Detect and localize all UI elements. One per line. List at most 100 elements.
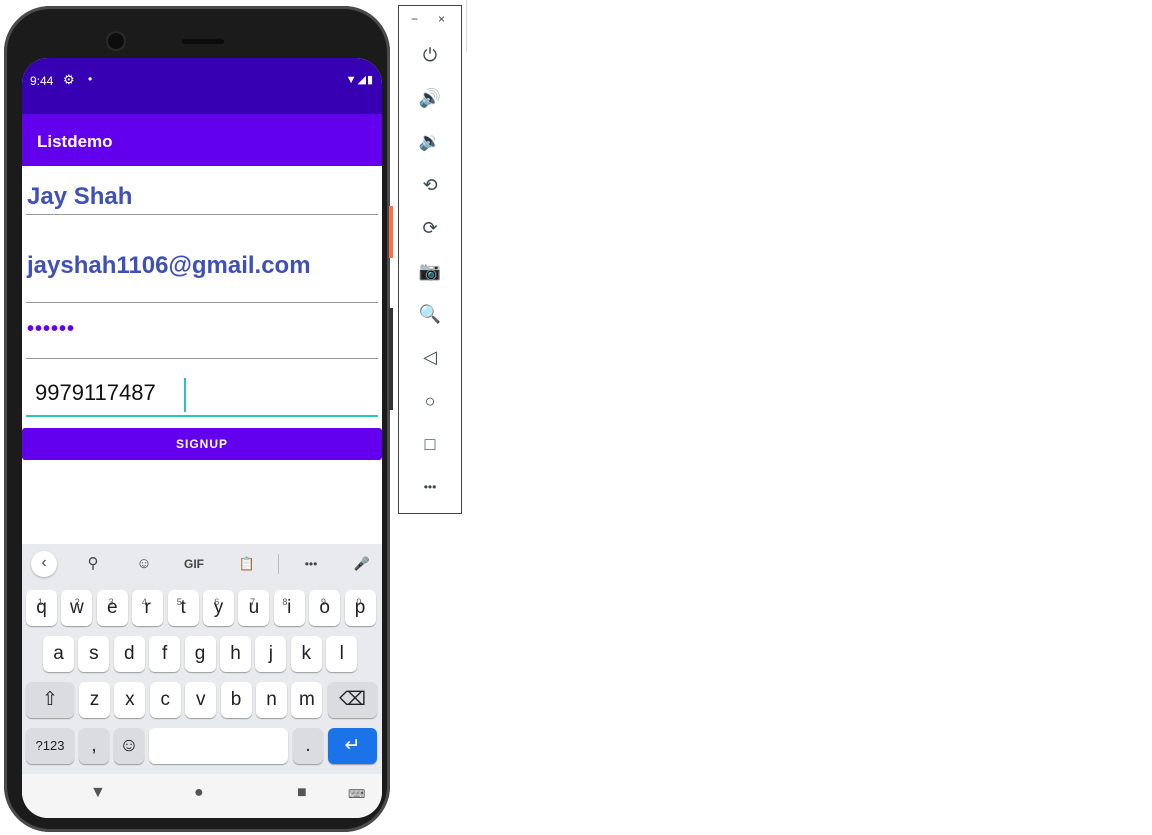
minimize-button[interactable]: − — [411, 12, 418, 26]
key-b[interactable]: b — [220, 682, 252, 718]
volume-down-icon[interactable]: 🔉 — [412, 126, 448, 156]
zoom-icon[interactable]: 🔍 — [412, 299, 448, 329]
key-label: n — [266, 689, 277, 710]
key-label: t5 — [177, 597, 186, 618]
phone-screen: 9:44 ⚙ • ▼◢▮ Listdemo Jay Shah jayshah11… — [22, 58, 382, 818]
key-r[interactable]: r4 — [132, 590, 164, 626]
key-t[interactable]: t5 — [167, 590, 199, 626]
key-label: l — [339, 643, 344, 664]
spacebar-key[interactable] — [149, 728, 288, 764]
key-c[interactable]: c — [149, 682, 181, 718]
key-y[interactable]: y6 — [203, 590, 234, 626]
key-label: s — [89, 643, 99, 664]
key-i[interactable]: i8 — [273, 590, 305, 626]
symbols-key[interactable]: ?123 — [26, 728, 74, 764]
signup-button[interactable]: SIGNUP — [22, 428, 382, 460]
mic-icon[interactable]: 🎤 — [348, 552, 376, 576]
key-q[interactable]: q1 — [26, 590, 57, 626]
key-label: o9 — [319, 597, 330, 618]
key-v[interactable]: v — [185, 682, 217, 718]
key-label: b — [230, 689, 242, 710]
rotate-left-icon[interactable]: ⟲ — [412, 170, 448, 200]
app-bar: Listdemo — [22, 114, 382, 166]
key-u[interactable]: u7 — [238, 590, 270, 626]
key-s[interactable]: s — [78, 636, 110, 672]
key-label: u7 — [249, 597, 260, 618]
more-icon[interactable]: ••• — [412, 472, 448, 502]
key-label: m — [298, 689, 315, 710]
key-number-hint: 5 — [176, 597, 182, 607]
phone-field[interactable]: 9979117487 — [26, 360, 378, 417]
key-g[interactable]: g — [184, 636, 216, 672]
status-bar: 9:44 ⚙ • ▼◢▮ — [22, 58, 382, 114]
key-e[interactable]: e3 — [96, 590, 128, 626]
gif-icon[interactable]: GIF — [180, 552, 208, 576]
key-number-hint: 1 — [37, 597, 43, 607]
key-x[interactable]: x — [114, 682, 146, 718]
key-number-hint: 2 — [74, 597, 80, 607]
key-m[interactable]: m — [291, 682, 323, 718]
key-f[interactable]: f — [149, 636, 181, 672]
recents-icon[interactable]: ■ — [297, 784, 307, 802]
key-number-hint: 6 — [214, 597, 220, 607]
key-label: y6 — [214, 597, 224, 618]
key-number-hint: 8 — [282, 597, 288, 607]
key-label: a — [53, 643, 64, 664]
home-icon[interactable]: ● — [194, 784, 204, 802]
phone-frame: 9:44 ⚙ • ▼◢▮ Listdemo Jay Shah jayshah11… — [4, 6, 390, 832]
overview-icon[interactable]: □ — [412, 429, 448, 459]
power-icon[interactable]: ⏻ — [412, 40, 448, 70]
key-label: i8 — [282, 597, 291, 618]
close-button[interactable]: × — [438, 12, 445, 26]
text-cursor — [184, 378, 186, 412]
key-number-hint: 9 — [320, 597, 326, 607]
phone-value: 9979117487 — [35, 380, 156, 405]
shift-key[interactable]: ⇧ — [26, 682, 74, 718]
keyboard-toolbar: ‹ ⚲ ☺ GIF 📋 ••• 🎤 — [22, 544, 382, 584]
password-field[interactable]: •••••• — [26, 304, 378, 359]
key-z[interactable]: z — [79, 682, 110, 718]
keyboard-switch-icon[interactable]: ⌨ — [348, 787, 365, 801]
key-o[interactable]: o9 — [309, 590, 341, 626]
name-value: Jay Shah — [27, 183, 133, 210]
emulator-control-panel: − × ⏻ 🔊 🔉 ⟲ ⟳ 📷 🔍 ◁ ○ □ ••• — [398, 5, 462, 514]
key-h[interactable]: h — [220, 636, 251, 672]
key-label: g — [194, 643, 206, 664]
comma-key[interactable]: , — [79, 728, 109, 764]
collapse-toolbar-icon[interactable]: ‹ — [31, 551, 57, 577]
back-icon[interactable]: ▼ — [90, 784, 106, 802]
period-key[interactable]: . — [293, 728, 323, 764]
key-n[interactable]: n — [256, 682, 287, 718]
sticker-icon[interactable]: ☺ — [130, 552, 158, 576]
key-number-hint: 3 — [108, 597, 114, 607]
key-label: x — [125, 689, 135, 710]
email-field[interactable]: jayshah1106@gmail.com — [26, 216, 378, 303]
key-number-hint: 7 — [250, 597, 256, 607]
key-w[interactable]: w2 — [61, 590, 93, 626]
key-p[interactable]: p0 — [344, 590, 376, 626]
more-icon[interactable]: ••• — [297, 552, 325, 576]
home-icon[interactable]: ○ — [412, 386, 448, 416]
emoji-key[interactable]: ☺ — [114, 728, 144, 764]
key-label: v — [195, 689, 206, 710]
side-button-highlight — [389, 206, 393, 258]
password-value: •••••• — [27, 318, 76, 340]
clipboard-icon[interactable]: 📋 — [233, 552, 261, 576]
name-field[interactable]: Jay Shah — [26, 166, 378, 215]
key-j[interactable]: j — [255, 636, 287, 672]
backspace-key[interactable]: ⌫ — [328, 682, 377, 718]
app-title: Listdemo — [37, 132, 113, 151]
camera-icon[interactable]: 📷 — [412, 256, 448, 286]
search-icon[interactable]: ⚲ — [79, 552, 107, 576]
back-icon[interactable]: ◁ — [412, 342, 448, 372]
settings-icon: ⚙ — [63, 72, 75, 87]
navigation-bar: ▼ ● ■ ⌨ — [22, 774, 382, 818]
key-l[interactable]: l — [326, 636, 358, 672]
key-d[interactable]: d — [113, 636, 145, 672]
volume-up-icon[interactable]: 🔊 — [412, 83, 448, 113]
key-k[interactable]: k — [290, 636, 322, 672]
key-a[interactable]: a — [43, 636, 74, 672]
rotate-right-icon[interactable]: ⟳ — [412, 213, 448, 243]
key-label: p0 — [355, 597, 366, 618]
enter-key[interactable]: ↵ — [328, 728, 377, 764]
